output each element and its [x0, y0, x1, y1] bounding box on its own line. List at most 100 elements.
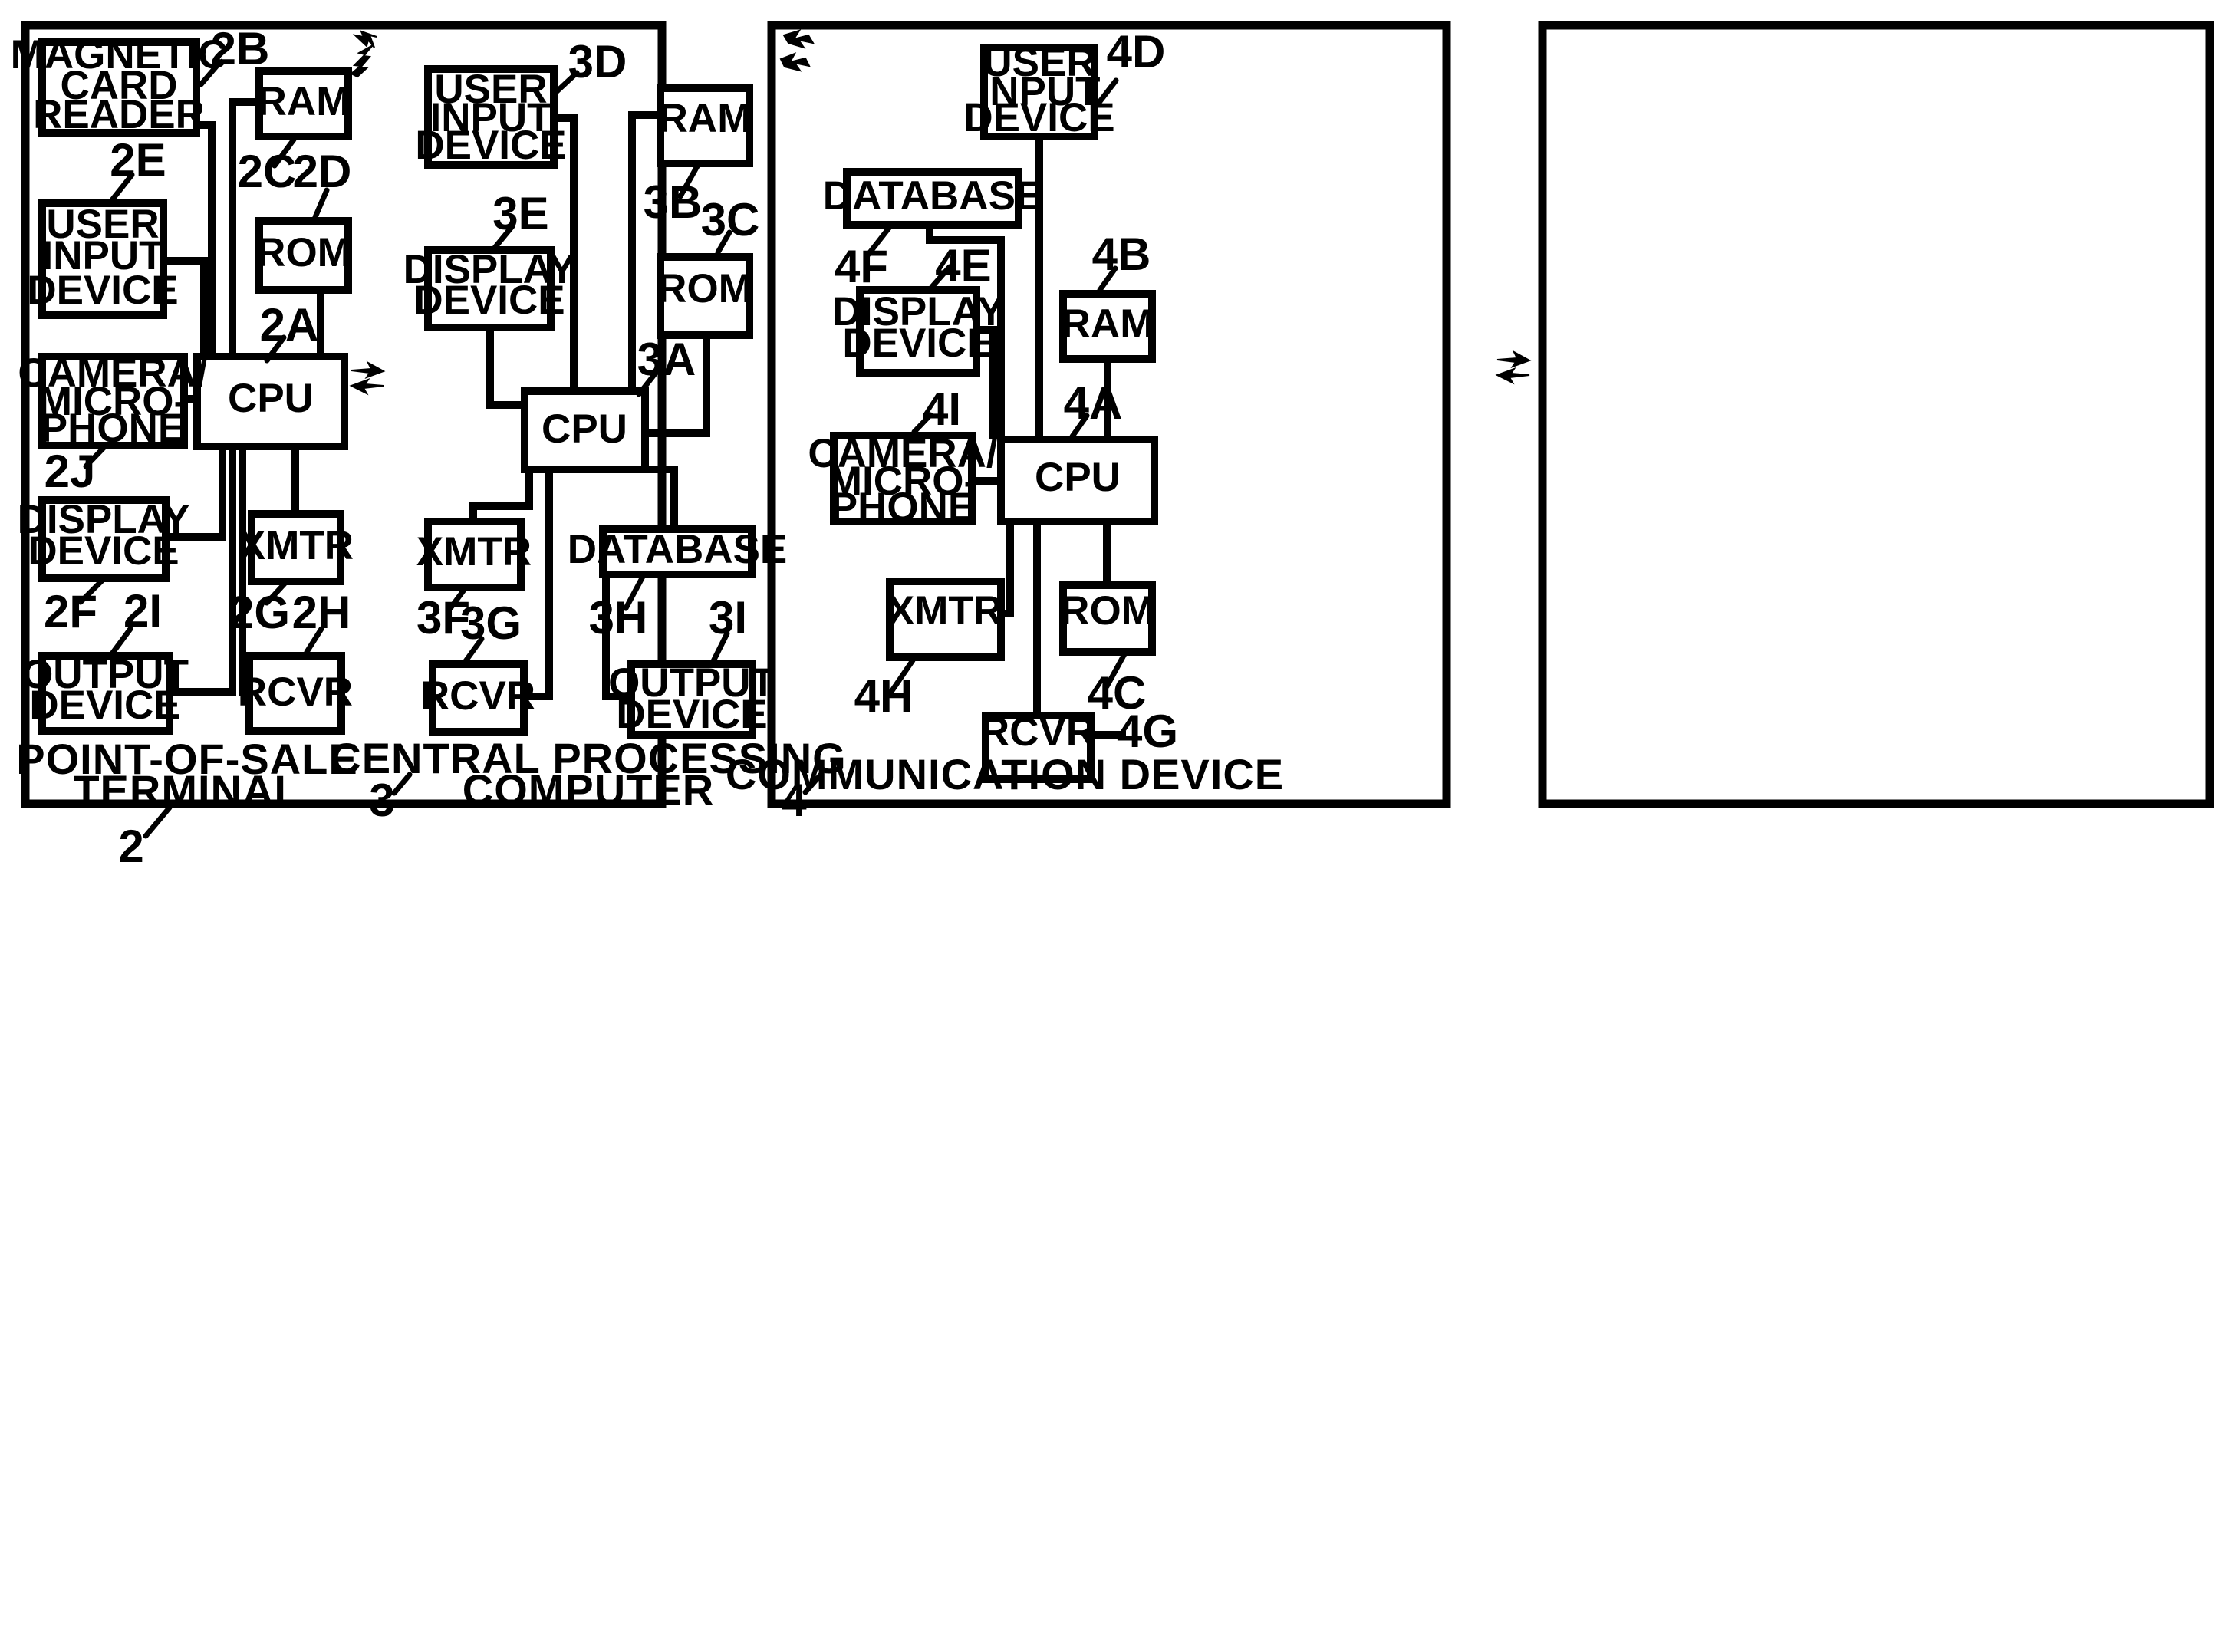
ref-2: 2 — [118, 805, 173, 872]
ref-label-2I: 2I — [123, 585, 162, 637]
ref-2D: 2D — [293, 146, 351, 220]
ref-label-4H: 4H — [854, 670, 914, 722]
block-database-comm: DATABASE — [823, 168, 1043, 229]
ref-3A: 3A — [636, 334, 696, 397]
ref-label-4I: 4I — [923, 383, 961, 435]
ref-label-2E: 2E — [110, 134, 166, 186]
label-ram-pos: RAM — [258, 79, 351, 124]
label-xmtr-pos: XMTR — [239, 523, 354, 568]
ref-2E: 2E — [108, 134, 166, 204]
block-display-device-cpc: DISPLAY DEVICE — [403, 246, 575, 331]
ref-4I: 4I — [911, 383, 961, 435]
label-display-comm-line2: DEVICE — [842, 321, 993, 366]
block-xmtr-pos: XMTR — [239, 510, 354, 585]
label-user-input-comm-line3: DEVICE — [963, 95, 1114, 140]
label-rom-cpc: ROM — [657, 266, 752, 311]
label-rom-pos: ROM — [256, 230, 351, 275]
wireless-link-pos-to-cpc-top — [350, 30, 377, 78]
ref-4B: 4B — [1092, 229, 1151, 293]
ref-label-3B: 3B — [644, 176, 703, 228]
label-magnetic-card-reader-line3: READER — [33, 92, 205, 137]
ref-4D: 4D — [1092, 26, 1166, 110]
label-rcvr-comm: RCVR — [980, 709, 1095, 755]
patent-figure-diagram: MAGNETIC CARD READER 2B RAM 2C ROM 2D US… — [0, 0, 2232, 1652]
ref-label-3: 3 — [369, 775, 394, 826]
ref-label-4B: 4B — [1092, 229, 1151, 280]
block-output-device-pos: OUTPUT DEVICE — [21, 652, 189, 735]
label-ram-comm: RAM — [1062, 301, 1154, 347]
label-display-cpc-line2: DEVICE — [413, 278, 565, 323]
ref-3E: 3E — [492, 188, 549, 251]
ref-3D: 3D — [551, 36, 627, 97]
block-ram-cpc: RAM — [657, 84, 753, 167]
label-output-cpc-line2: DEVICE — [616, 692, 767, 737]
block-user-input-device-pos: USER INPUT DEVICE — [27, 199, 179, 319]
block-database-cpc: DATABASE — [568, 525, 788, 578]
block-cpu-cpc: CPU — [521, 387, 649, 473]
ref-3G: 3G — [460, 597, 522, 664]
ref-label-2F: 2F — [44, 586, 97, 637]
ref-4A: 4A — [1064, 377, 1123, 439]
label-camera-comm-line3: PHONE — [831, 485, 975, 530]
label-database-cpc: DATABASE — [568, 527, 788, 572]
ref-label-4F: 4F — [835, 241, 888, 292]
ref-label-3A: 3A — [637, 334, 696, 385]
label-ram-cpc: RAM — [659, 96, 752, 141]
ref-2F: 2F — [44, 578, 105, 637]
block-diagram-canvas: MAGNETIC CARD READER 2B RAM 2C ROM 2D US… — [11, 21, 2214, 872]
ref-4G: 4G — [1117, 706, 1178, 757]
ref-label-4: 4 — [781, 775, 807, 826]
ref-label-2A: 2A — [260, 299, 319, 350]
label-cpu-pos: CPU — [228, 376, 314, 421]
block-ram-comm: RAM — [1059, 290, 1156, 363]
block-xmtr-comm: XMTR — [886, 578, 1005, 661]
ref-label-4E: 4E — [935, 240, 991, 291]
block-user-input-device-comm: USER INPUT DEVICE — [963, 40, 1115, 140]
ref-3C: 3C — [701, 194, 759, 255]
ref-label-2B: 2B — [211, 23, 270, 74]
block-camera-microphone-pos: CAMERA/ MICRO- PHONE — [18, 350, 208, 451]
block-rom-cpc: ROM — [657, 253, 753, 339]
block-cpu-comm: CPU — [997, 436, 1158, 525]
block-rom-pos: ROM — [255, 217, 352, 294]
ref-label-4A: 4A — [1064, 377, 1123, 429]
block-user-input-device-cpc: USER INPUT DEVICE — [415, 65, 567, 169]
ref-label-3G: 3G — [460, 597, 522, 649]
ref-4E: 4E — [929, 240, 992, 291]
ref-3B: 3B — [644, 162, 703, 228]
ref-2J: 2J — [44, 444, 107, 497]
ref-3H: 3H — [589, 574, 648, 643]
label-cpu-comm: CPU — [1035, 455, 1121, 500]
block-cpu-pos: CPU — [193, 353, 348, 450]
ref-4F: 4F — [835, 224, 893, 292]
ref-label-2G: 2G — [229, 587, 290, 638]
ref-label-4G: 4G — [1117, 706, 1178, 757]
label-cpu-cpc: CPU — [542, 406, 627, 452]
label-database-comm: DATABASE — [823, 173, 1043, 219]
block-xmtr-cpc: XMTR — [416, 518, 532, 591]
ref-4H: 4H — [854, 657, 916, 722]
label-xmtr-comm: XMTR — [887, 588, 1002, 633]
panel-title-cpc-line2: COMPUTER — [463, 765, 714, 814]
label-user-input-pos-line3: DEVICE — [27, 268, 178, 313]
panel-border-comm — [1538, 21, 2214, 808]
block-rcvr-cpc: RCVR — [420, 660, 535, 736]
ref-label-3H: 3H — [589, 592, 648, 643]
panel-title-pos-line2: TERMINAL — [73, 766, 301, 814]
label-camera-pos-line3: PHONE — [41, 406, 185, 451]
ref-label-4D: 4D — [1107, 26, 1166, 77]
label-user-input-cpc-line3: DEVICE — [415, 123, 566, 168]
block-output-device-cpc: OUTPUT DEVICE — [608, 660, 775, 739]
wireless-link-cpc-to-comm-middle — [1495, 350, 1532, 385]
wireless-link-pos-to-cpc-middle — [349, 360, 386, 396]
label-rcvr-pos: RCVR — [238, 670, 353, 715]
ref-label-3D: 3D — [568, 36, 627, 87]
block-display-device-comm: DISPLAY DEVICE — [832, 286, 1004, 377]
ref-label-2H: 2H — [292, 587, 351, 638]
block-camera-microphone-comm: CAMERA/ MICRO- PHONE — [808, 431, 998, 530]
ref-2G: 2G — [229, 581, 290, 638]
block-ram-pos: RAM — [255, 67, 352, 140]
ref-label-2J: 2J — [44, 446, 96, 497]
ref-2A: 2A — [260, 299, 319, 364]
wireless-link-cpc-to-comm-top — [779, 29, 815, 72]
